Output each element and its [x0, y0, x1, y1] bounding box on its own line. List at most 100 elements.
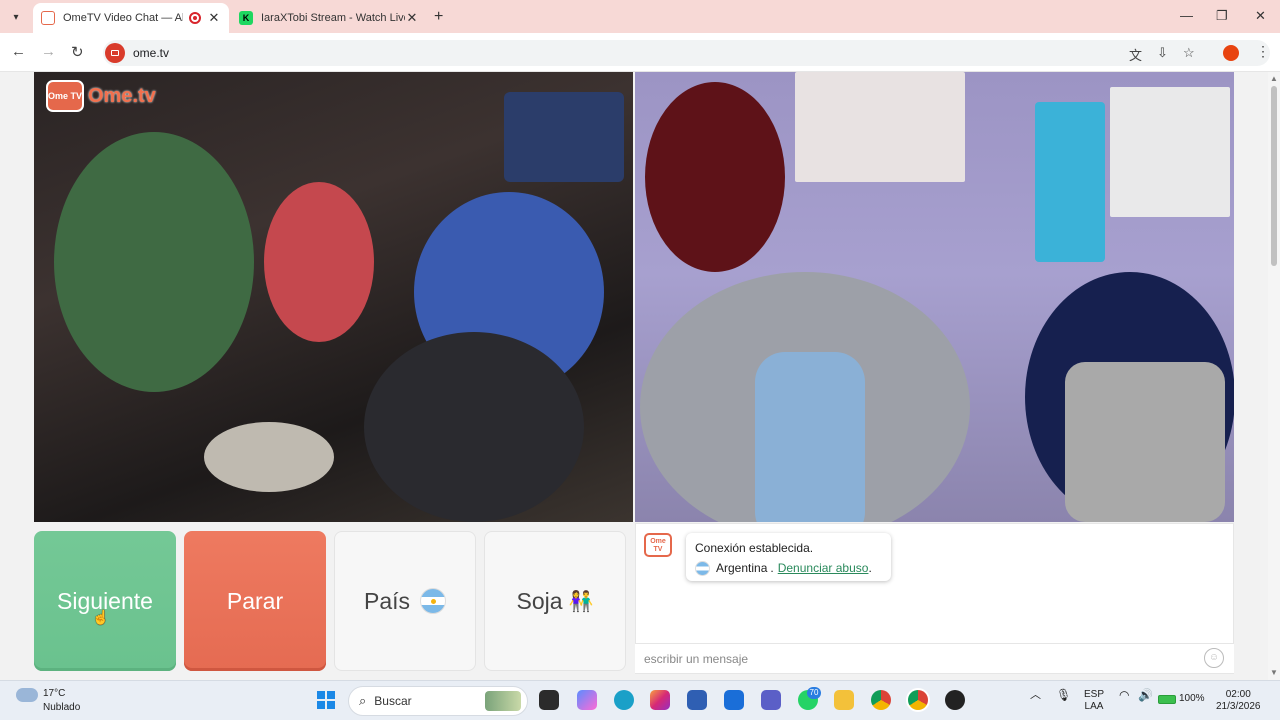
volume-icon[interactable]: 🔊 [1138, 689, 1153, 701]
microphone-icon[interactable]: 🎙 [1056, 689, 1071, 701]
battery-icon [1158, 694, 1176, 704]
time: 02:00 [1225, 689, 1251, 700]
battery-percent: 100% [1179, 693, 1205, 704]
layout-code: LAA [1084, 701, 1104, 712]
tab-search-button[interactable]: ▾ [6, 7, 26, 27]
close-tab-icon[interactable]: ✕ [207, 10, 221, 26]
language-indicator[interactable]: ESP LAA [1084, 689, 1104, 713]
map-shape [1035, 102, 1105, 262]
logo-tv-icon: Ome TV [46, 80, 84, 112]
temperature: 17°C [43, 688, 66, 699]
maximize-button[interactable]: ❐ [1216, 8, 1228, 24]
microphone-shape [1065, 362, 1225, 522]
tab-title: IaraXTobi Stream - Watch Live c [261, 12, 405, 24]
tab-title: OmeTV Video Chat — Alter [63, 12, 183, 24]
teams-icon[interactable] [761, 690, 781, 710]
file-explorer-icon[interactable] [834, 690, 854, 710]
obs-icon[interactable] [945, 690, 965, 710]
back-icon[interactable]: ← [11, 43, 26, 60]
stop-button[interactable]: Parar [184, 531, 326, 671]
page-scrollbar[interactable]: ▲ ▼ [1268, 72, 1280, 680]
scroll-thumb[interactable] [1271, 86, 1277, 266]
taskbar-search[interactable]: ⌕ Buscar [348, 686, 528, 716]
edge-icon[interactable] [614, 690, 634, 710]
gender-filter-button[interactable]: Soja 👫 [484, 531, 626, 671]
site-camera-icon[interactable] [105, 43, 125, 63]
system-message: Conexión establecida. Argentina . Denunc… [686, 533, 891, 581]
date: 21/3/2026 [1216, 701, 1261, 712]
person-shape [364, 332, 584, 522]
weather-condition: Nublado [43, 702, 81, 713]
instagram-icon[interactable] [650, 690, 670, 710]
reload-icon[interactable]: ↻ [71, 43, 84, 61]
new-tab-button[interactable]: + [434, 8, 443, 26]
tab-kick-stream[interactable]: K IaraXTobi Stream - Watch Live c ✕ [231, 3, 427, 33]
argentina-flag-icon [420, 588, 447, 614]
emoji-icon[interactable]: ☺ [1204, 648, 1224, 668]
forward-icon[interactable]: → [41, 43, 56, 60]
shoe-shape [204, 422, 334, 492]
tab-ometv[interactable]: OmeTV Video Chat — Alter ✕ [33, 3, 229, 33]
clock[interactable]: 02:00 21/3/2026 [1216, 689, 1261, 713]
guitar-shape [645, 82, 785, 272]
search-icon: ⌕ [359, 693, 367, 708]
chat-ometv-icon: Ome TV [644, 533, 672, 557]
battery-indicator[interactable]: 100% [1158, 693, 1205, 705]
browser-menu-icon[interactable]: ⋮ [1256, 43, 1270, 60]
wifi-icon[interactable]: ◠ [1119, 689, 1129, 701]
tumbler-shape [755, 352, 865, 522]
report-abuse-link[interactable]: Denunciar abuso [778, 558, 869, 578]
cloud-icon[interactable] [16, 688, 38, 702]
partner-country: Argentina [716, 561, 768, 575]
logo-text: Ome.tv [88, 84, 156, 107]
search-highlight-image [485, 691, 521, 711]
whatsapp-badge: 70 [807, 687, 821, 699]
address-bar[interactable]: ome.tv 文 ⇩ ☆ [103, 40, 1270, 66]
connection-status: Conexión establecida. [695, 541, 814, 555]
argentina-flag-icon [695, 560, 710, 576]
stop-label: Parar [226, 587, 284, 614]
browser-toolbar: ← → ↻ ome.tv 文 ⇩ ☆ ⋮ [0, 33, 1280, 72]
start-icon[interactable] [317, 691, 335, 709]
country-label: País [363, 587, 411, 614]
stranger-video [34, 72, 633, 522]
close-tab-icon[interactable]: ✕ [405, 10, 419, 26]
ometv-favicon-icon [41, 11, 55, 25]
weather-widget[interactable]: 17°C Nublado [43, 687, 80, 715]
chrome-icon[interactable] [871, 690, 891, 710]
chrome-active-icon[interactable] [908, 690, 928, 710]
windows-taskbar: 17°C Nublado ⌕ Buscar 70 ︿ 🎙 ESP LAA ◠ 🔊… [0, 680, 1280, 720]
translate-icon[interactable]: 文 [1129, 45, 1142, 64]
person-shape [264, 182, 374, 342]
bookmark-star-icon[interactable]: ☆ [1183, 45, 1195, 61]
tab-strip: ▾ OmeTV Video Chat — Alter ✕ K IaraXTobi… [0, 0, 1280, 33]
poster-shape [1110, 87, 1230, 217]
tv-screen-shape [504, 92, 624, 182]
profile-avatar[interactable] [1223, 45, 1239, 61]
store-icon[interactable] [687, 690, 707, 710]
search-label: Buscar [374, 694, 412, 708]
mouse-cursor-icon: ☝ [92, 609, 110, 625]
outlook-icon[interactable] [724, 690, 744, 710]
scroll-down-icon[interactable]: ▼ [1270, 668, 1278, 677]
install-app-icon[interactable]: ⇩ [1157, 45, 1168, 61]
message-input[interactable]: escribir un mensaje [635, 643, 1234, 673]
url-text: ome.tv [133, 46, 170, 60]
close-window-button[interactable]: ✕ [1255, 8, 1266, 24]
scroll-up-icon[interactable]: ▲ [1270, 74, 1278, 83]
person-shape [54, 132, 254, 392]
country-filter-button[interactable]: País [334, 531, 476, 671]
report-end: . [868, 561, 872, 575]
next-button[interactable]: Siguiente [34, 531, 176, 671]
ometv-logo[interactable]: Ome TV Ome.tv [46, 80, 156, 112]
minimize-button[interactable]: — [1180, 8, 1193, 23]
task-view-icon[interactable] [539, 690, 559, 710]
couple-icon: 👫 [568, 590, 594, 613]
tray-overflow-icon[interactable]: ︿ [1030, 689, 1041, 701]
copilot-icon[interactable] [577, 690, 597, 710]
self-video [635, 72, 1234, 522]
language-code: ESP [1084, 689, 1105, 700]
kick-favicon-icon: K [239, 11, 253, 25]
gender-label: Soja [516, 587, 563, 614]
frame-shape [795, 72, 965, 182]
